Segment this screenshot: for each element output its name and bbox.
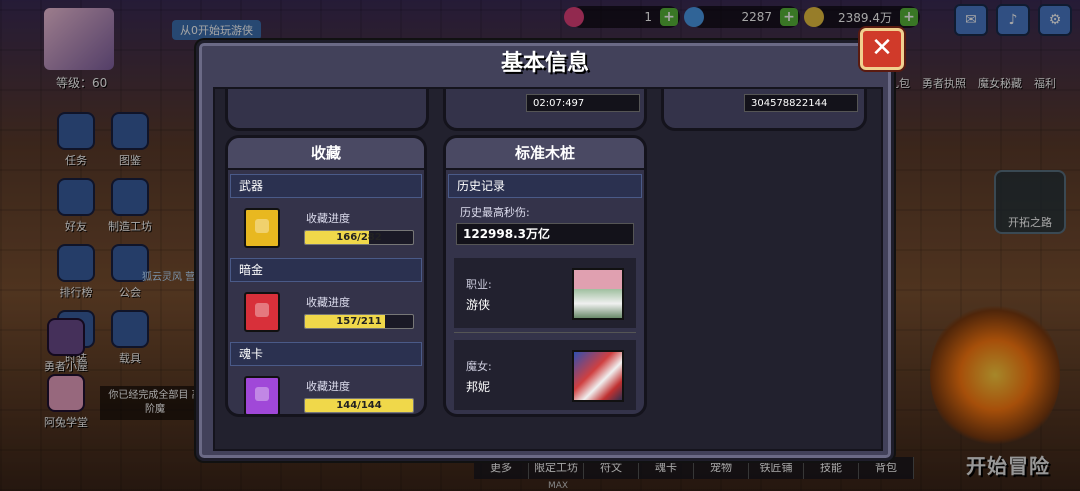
- collection-item-soul-card: 收藏进度 144/144: [228, 366, 424, 414]
- time-field: 02:07:497: [526, 94, 640, 112]
- progress-text: 166/282: [336, 232, 382, 243]
- basic-info-dialog: 基本信息 02:07:497 304578822144 收藏 武器 收藏进度 1…: [196, 40, 894, 461]
- category-weapon: 武器: [230, 174, 422, 198]
- witch-label: 魔女:: [466, 360, 492, 373]
- witch-portrait: [572, 350, 624, 402]
- progress-bar: 144/144: [304, 398, 414, 413]
- progress-text: 144/144: [336, 400, 382, 411]
- progress-text: 157/211: [336, 316, 382, 327]
- job-box: 职业: 游侠: [454, 258, 636, 328]
- collection-item-dark-gold: 收藏进度 157/211: [228, 282, 424, 338]
- collection-panel: 收藏 武器 收藏进度 166/282 暗金 收藏进度 157/211 魂卡 收藏…: [225, 135, 427, 417]
- id-field: 304578822144: [744, 94, 858, 112]
- job-value: 游侠: [466, 298, 491, 312]
- progress-bar: 157/211: [304, 314, 414, 329]
- weapon-book-icon: [244, 208, 280, 248]
- soul-card-book-icon: [244, 376, 280, 414]
- progress-bar: 166/282: [304, 230, 414, 245]
- max-dps-value: 122998.3万亿: [456, 223, 634, 245]
- info-panel-partial-3: 304578822144: [661, 89, 867, 131]
- info-panel-partial-2: 02:07:497: [443, 89, 647, 131]
- max-dps-label: 历史最高秒伤:: [460, 206, 530, 219]
- progress-label: 收藏进度: [306, 296, 350, 309]
- close-button[interactable]: ✕: [860, 28, 904, 70]
- dummy-title: 标准木桩: [446, 138, 644, 170]
- ranger-portrait: [572, 268, 624, 320]
- progress-label: 收藏进度: [306, 380, 350, 393]
- category-dark-gold: 暗金: [230, 258, 422, 282]
- dark-gold-book-icon: [244, 292, 280, 332]
- witch-value: 邦妮: [466, 380, 491, 394]
- history-header: 历史记录: [448, 174, 642, 198]
- job-label: 职业:: [466, 278, 492, 291]
- dialog-title: 基本信息: [500, 51, 589, 76]
- collection-item-weapon: 收藏进度 166/282: [228, 198, 424, 254]
- category-soul-card: 魂卡: [230, 342, 422, 366]
- progress-label: 收藏进度: [306, 212, 350, 225]
- info-panel-partial-1: [225, 89, 429, 131]
- witch-box: 魔女: 邦妮: [454, 340, 636, 410]
- dialog-content[interactable]: 02:07:497 304578822144 收藏 武器 收藏进度 166/28…: [213, 87, 883, 451]
- collection-title: 收藏: [228, 138, 424, 170]
- dummy-panel: 标准木桩 历史记录 历史最高秒伤: 122998.3万亿 职业: 游侠 魔女: …: [443, 135, 647, 417]
- separator: [454, 332, 636, 333]
